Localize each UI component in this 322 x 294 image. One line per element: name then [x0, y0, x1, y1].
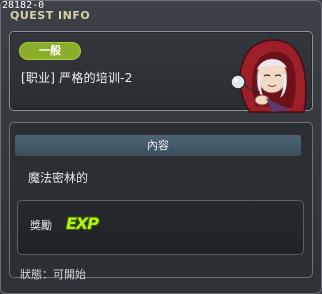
reward-label: 獎勵 [30, 219, 52, 232]
red-hooded-npc-icon [230, 39, 307, 113]
quest-name: [职业] 严格的培训-2 [21, 71, 133, 85]
quest-description: 魔法密林的 [28, 171, 89, 185]
content-section-header: 內容 [15, 135, 301, 156]
reward-box [17, 200, 304, 255]
quest-category-badge: 一般 [19, 42, 81, 60]
quest-status: 狀態：可開始 [20, 268, 86, 281]
window-title: QUEST INFO [10, 9, 91, 22]
exp-icon: EXP [66, 214, 99, 233]
